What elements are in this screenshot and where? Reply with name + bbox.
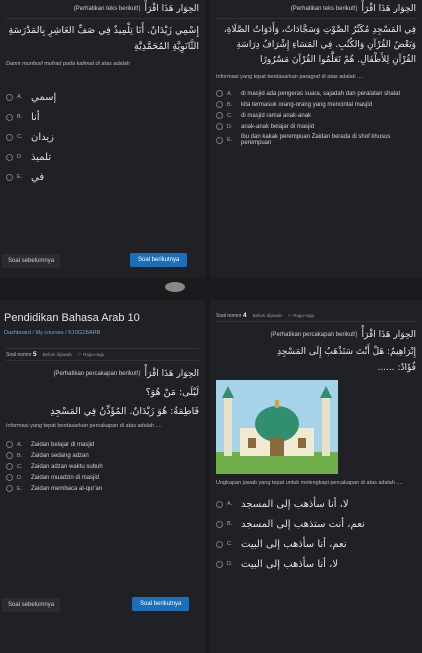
question-panel-bottom-left: Pendidikan Bahasa Arab 10 Dashboard / My… [0, 300, 205, 653]
option-c[interactable]: C. زيدان [0, 127, 205, 147]
radio-icon[interactable] [216, 112, 223, 119]
radio-icon[interactable] [216, 540, 223, 548]
question-header: الحِوَار هَذَا اقْرَأْ (Perhatikan perca… [210, 322, 422, 344]
dialogue-line-1: لَيْلَى: مَنْ هُوَ؟ [145, 387, 199, 398]
option-e[interactable]: E. ibu dan kakak perempuan Zaidan berada… [210, 132, 422, 148]
previous-question-button[interactable]: Soal sebelumnya [2, 598, 61, 612]
answer-status: Belum dijawab [42, 352, 72, 357]
question-text: Informasi yang tepat berdasarkan percaka… [6, 423, 162, 429]
question-header-latin: (Perhatikan teks berikut!) [290, 6, 358, 12]
question-panel-top-right: الحِوَار هَذَا اقْرَأْ (Perhatikan teks … [210, 0, 422, 278]
question-header: الحِوَار هَذَا اقْرَأْ (Perhatikan teks … [0, 0, 205, 18]
radio-icon[interactable] [216, 90, 223, 97]
dialogue-line-1: إِبْرَاهِيمُ: هَلْ أَنْتَ سَتَذْهَبُ إِل… [277, 347, 416, 357]
radio-icon[interactable] [6, 173, 13, 181]
question-text: Ungkapan jawab yang tepat untuk melengka… [216, 480, 403, 486]
flag-icon: ⚐ [287, 312, 292, 318]
question-number: 4 [242, 312, 247, 319]
radio-icon[interactable] [216, 101, 223, 108]
question-panel-bottom-right: Soal nomor 4 Belum dijawab ⚐ Ragu-ragu ا… [210, 300, 422, 653]
passage-text: فِي المَسْجِدِ مُكَبِّرُ الصَّوْتِ وَسَج… [223, 25, 416, 65]
radio-icon[interactable] [216, 123, 223, 130]
previous-question-button[interactable]: Soal sebelumnya [2, 254, 61, 268]
question-header: الحِوَار هَذَا اقْرَأْ (Perhatikan perca… [0, 361, 205, 383]
question-header-arabic: الحِوَار هَذَا اقْرَأْ [144, 369, 199, 379]
question-text: Informasi yang tepat berdasarkan paragra… [216, 74, 364, 80]
radio-icon[interactable] [6, 474, 13, 481]
option-c[interactable]: C. di masjid ramai anak-anak [210, 110, 422, 121]
question-header-arabic: الحِوَار هَذَا اقْرَأْ [361, 4, 416, 14]
radio-icon[interactable] [216, 500, 223, 508]
question-header: الحِوَار هَذَا اقْرَأْ (Perhatikan teks … [210, 0, 422, 18]
option-c[interactable]: C. Zaidan adzan waktu subuh [0, 461, 205, 472]
answer-status: Belum dijawab [252, 313, 282, 318]
next-question-button[interactable]: Soal berikutnya [132, 597, 190, 611]
option-a[interactable]: A. إسمي [0, 87, 205, 107]
question-header-latin: (Perhatikan percakapan berikut!) [270, 332, 358, 338]
radio-icon[interactable] [216, 560, 223, 568]
radio-icon[interactable] [6, 463, 13, 470]
radio-icon[interactable] [6, 93, 13, 101]
option-b[interactable]: B. kita termasuk orang-orang yang mencin… [210, 99, 422, 110]
option-d[interactable]: D. تلميذ [0, 147, 205, 167]
breadcrumb-course[interactable]: K10G1BARB [68, 330, 100, 336]
radio-icon[interactable] [6, 452, 13, 459]
question-panel-top-left: الحِوَار هَذَا اقْرَأْ (Perhatikan teks … [0, 0, 205, 278]
scroll-indicator[interactable] [165, 282, 185, 292]
breadcrumb-my-courses[interactable]: My courses [36, 330, 64, 336]
question-number: 5 [32, 351, 37, 358]
radio-icon[interactable] [216, 136, 223, 144]
mosque-icon [216, 380, 338, 474]
option-d[interactable]: D. لا، أنا سأذهب إلى البيت [210, 554, 422, 574]
question-header-arabic: الحِوَار هَذَا اقْرَأْ [144, 4, 199, 14]
option-e[interactable]: E. في [0, 167, 205, 187]
option-a[interactable]: A. Zaidan belajar di masjid [0, 439, 205, 450]
flag-icon: ⚐ [77, 351, 82, 357]
option-b[interactable]: B. نعم، أنت ستذهب إلى المسجد [210, 514, 422, 534]
course-title: Pendidikan Bahasa Arab 10 [4, 312, 140, 324]
breadcrumb-dashboard[interactable]: Dashboard [4, 330, 31, 336]
radio-icon[interactable] [216, 520, 223, 528]
flag-toggle[interactable]: ⚐ Ragu-ragu [288, 313, 315, 319]
question-header-latin: (Perhatikan teks berikut!) [73, 6, 141, 12]
question-meta: Soal nomor 5 Belum dijawab ⚐ Ragu-ragu [6, 351, 105, 358]
question-text: Damir munfasil mufrad pada kalimat di at… [6, 61, 130, 67]
option-a[interactable]: A. لا، أنا سأذهب إلى المسجد [210, 494, 422, 514]
radio-icon[interactable] [6, 133, 13, 141]
option-d[interactable]: D. anak-anak belajar di masjid [210, 121, 422, 132]
question-header-latin: (Perhatikan percakapan berikut!) [53, 371, 141, 377]
option-e[interactable]: E. Zaidan membaca al-qur'an [0, 483, 205, 494]
radio-icon[interactable] [6, 485, 13, 492]
dialogue-line-2: فُؤَادٌ: ...... [377, 363, 416, 373]
next-question-button[interactable]: Soal berikutnya [130, 253, 188, 267]
option-d[interactable]: D. Zaidan muadzin di masjid [0, 472, 205, 483]
dialogue-line-2: فَاطِمَةُ: هُوَ زَيْدَانٌ. المُؤَذِّنُ ف… [50, 406, 199, 417]
mosque-illustration [216, 380, 338, 474]
radio-icon[interactable] [6, 441, 13, 448]
option-b[interactable]: B. أنا [0, 107, 205, 127]
radio-icon[interactable] [6, 153, 13, 161]
option-b[interactable]: B. Zaidan sedang adzan [0, 450, 205, 461]
breadcrumb: Dashboard / My courses / K10G1BARB [4, 330, 101, 336]
option-a[interactable]: A. di masjid ada pengeras suara, sajadah… [210, 88, 422, 99]
passage-text: إِسْمِي زَيْدَانٌ. أَنَا تِلْمِيذٌ فِي ص… [8, 25, 199, 52]
flag-toggle[interactable]: ⚐ Ragu-ragu [78, 352, 105, 358]
option-c[interactable]: C. نعم، أنا سأذهب إلى البيت [210, 534, 422, 554]
question-header-arabic: الحِوَار هَذَا اقْرَأْ [361, 330, 416, 340]
question-meta: Soal nomor 4 Belum dijawab ⚐ Ragu-ragu [216, 312, 315, 319]
radio-icon[interactable] [6, 113, 13, 121]
